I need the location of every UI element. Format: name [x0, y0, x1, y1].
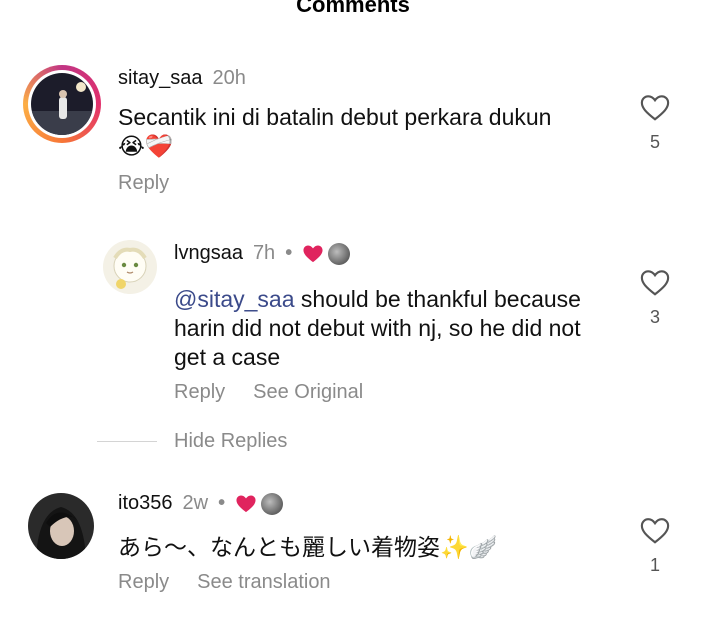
see-translation-button[interactable]: See translation	[197, 571, 330, 594]
page-title: Comments	[296, 0, 410, 17]
like-button[interactable]: 3	[635, 269, 675, 328]
like-button[interactable]: 5	[635, 94, 675, 153]
avatar[interactable]	[103, 240, 157, 294]
comment-text: あら〜、なんとも麗しい着物姿✨🪽	[118, 533, 598, 562]
comment-actions: Reply See translation	[118, 571, 331, 594]
username[interactable]: lvngsaa	[174, 242, 243, 265]
like-count: 3	[649, 307, 660, 327]
mention-link[interactable]: @sitay_saa	[174, 286, 295, 312]
comment-body: Secantik ini di batalin debut perkara du…	[118, 104, 552, 159]
heart-outline-icon	[640, 270, 670, 296]
hide-replies-button[interactable]: Hide Replies	[174, 430, 287, 453]
timestamp: 20h	[212, 67, 246, 89]
reply-button[interactable]: Reply	[118, 571, 169, 594]
author-avatar-icon	[328, 242, 351, 265]
anime-avatar-icon	[103, 240, 157, 294]
author-liked-heart-icon	[303, 244, 323, 262]
user-photo-icon	[31, 73, 93, 135]
author-liked-heart-icon	[236, 494, 256, 512]
author-avatar-icon	[261, 492, 284, 515]
separator-dot: •	[285, 242, 293, 264]
heart-outline-icon	[640, 95, 670, 121]
heart-outline-icon	[640, 518, 670, 544]
avatar[interactable]	[28, 70, 96, 138]
timestamp: 2w	[182, 492, 209, 514]
avatar[interactable]	[28, 493, 94, 559]
comment-body: あら〜、なんとも麗しい着物姿✨🪽	[118, 534, 498, 560]
separator-dot: •	[218, 492, 226, 514]
reply-button[interactable]: Reply	[118, 172, 169, 195]
comment-header: lvngsaa 7h •	[174, 242, 351, 265]
comment-text: @sitay_saa should be thankful because ha…	[174, 285, 614, 372]
like-count: 1	[649, 555, 660, 575]
like-button[interactable]: 1	[635, 517, 675, 576]
reply-button[interactable]: Reply	[174, 381, 225, 404]
comment-header: sitay_saa 20h	[118, 67, 246, 90]
comment-actions: Reply	[118, 172, 169, 195]
divider	[97, 441, 157, 442]
see-original-button[interactable]: See Original	[253, 381, 363, 404]
comment-text: Secantik ini di batalin debut perkara du…	[118, 103, 578, 161]
username[interactable]: ito356	[118, 492, 173, 515]
user-photo-icon	[28, 493, 94, 559]
timestamp: 7h	[252, 242, 276, 264]
like-count: 5	[649, 132, 660, 152]
username[interactable]: sitay_saa	[118, 67, 203, 90]
comment-header: ito356 2w •	[118, 492, 284, 515]
comment-actions: Reply See Original	[174, 381, 363, 404]
